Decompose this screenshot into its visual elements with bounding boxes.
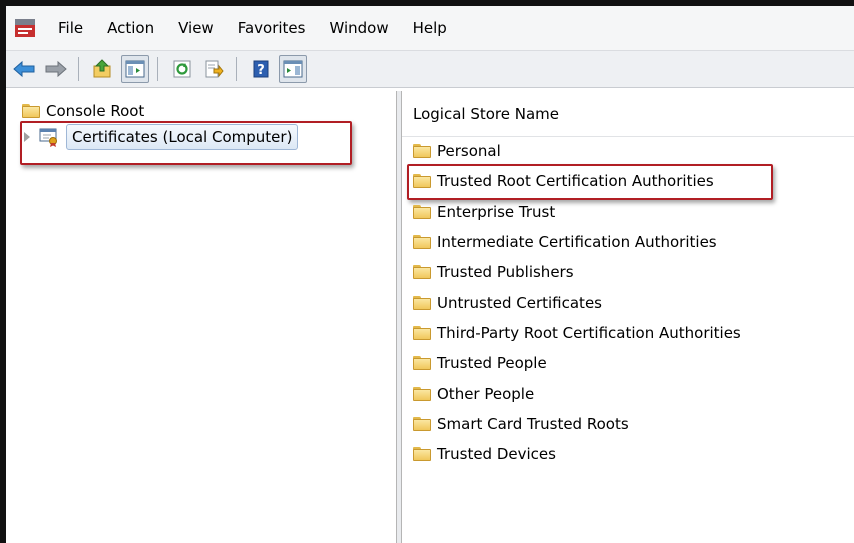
list-item[interactable]: Trusted People xyxy=(413,350,547,376)
list-item[interactable]: Smart Card Trusted Roots xyxy=(413,411,629,437)
list-item[interactable]: Personal xyxy=(413,138,501,164)
list-item[interactable]: Trusted Devices xyxy=(413,441,556,467)
export-list-button[interactable] xyxy=(200,55,228,83)
folder-icon xyxy=(413,296,431,310)
help-button[interactable]: ? xyxy=(247,55,275,83)
forward-button[interactable] xyxy=(42,55,70,83)
forward-arrow-icon xyxy=(45,60,67,78)
list-item[interactable]: Other People xyxy=(413,381,534,407)
refresh-button[interactable] xyxy=(168,55,196,83)
folder-icon xyxy=(413,235,431,249)
folder-icon xyxy=(413,387,431,401)
list-item-label: Trusted Publishers xyxy=(437,263,574,281)
up-folder-icon xyxy=(93,59,111,78)
back-button[interactable] xyxy=(10,55,38,83)
menu-bar: File Action View Favorites Window Help xyxy=(6,6,854,51)
mmc-app-icon[interactable] xyxy=(14,17,36,39)
list-item-label: Trusted People xyxy=(437,354,547,372)
column-header-logical-store-name[interactable]: Logical Store Name xyxy=(402,91,854,137)
menu-help[interactable]: Help xyxy=(401,6,459,50)
up-one-level-button[interactable] xyxy=(89,55,117,83)
list-item-label: Smart Card Trusted Roots xyxy=(437,415,629,433)
export-list-icon xyxy=(205,60,224,78)
folder-icon xyxy=(22,104,40,118)
help-icon: ? xyxy=(253,60,269,78)
show-hide-console-tree-button[interactable] xyxy=(121,55,149,83)
menu-window[interactable]: Window xyxy=(317,6,400,50)
list-item-label: Other People xyxy=(437,385,535,403)
toolbar-separator xyxy=(157,57,158,81)
toolbar-separator xyxy=(78,57,79,81)
highlight-box-certificates xyxy=(20,121,352,165)
folder-icon xyxy=(413,205,431,219)
folder-icon xyxy=(413,447,431,461)
list-item-label: Enterprise Trust xyxy=(437,203,556,221)
menu-action[interactable]: Action xyxy=(95,6,166,50)
menu-favorites[interactable]: Favorites xyxy=(226,6,318,50)
folder-icon xyxy=(413,356,431,370)
list-item[interactable]: Intermediate Certification Authorities xyxy=(413,229,717,255)
console-tree-pane[interactable]: Console Root Certificates (Local Compute… xyxy=(6,91,397,543)
list-item-label: Third-Party Root Certification Authoriti… xyxy=(437,324,741,342)
highlight-box-trusted-root xyxy=(407,164,773,200)
toolbar-separator xyxy=(236,57,237,81)
folder-icon xyxy=(413,265,431,279)
list-item-label: Untrusted Certificates xyxy=(437,294,602,312)
menu-view[interactable]: View xyxy=(166,6,226,50)
show-hide-console-tree-icon xyxy=(125,60,145,78)
logical-store-list-pane[interactable]: Logical Store Name Personal Trusted Root… xyxy=(402,91,854,543)
refresh-icon xyxy=(173,60,191,78)
svg-text:?: ? xyxy=(257,63,265,78)
list-item-label: Trusted Devices xyxy=(437,445,556,463)
list-item[interactable]: Trusted Publishers xyxy=(413,259,574,285)
back-arrow-icon xyxy=(13,60,35,78)
list-item-label: Intermediate Certification Authorities xyxy=(437,233,717,251)
folder-icon xyxy=(413,144,431,158)
tree-node-label: Console Root xyxy=(46,102,145,120)
menu-file[interactable]: File xyxy=(46,6,95,50)
list-item-label: Personal xyxy=(437,142,501,160)
folder-icon xyxy=(413,417,431,431)
list-item[interactable]: Untrusted Certificates xyxy=(413,290,602,316)
tree-node-console-root[interactable]: Console Root xyxy=(22,100,144,122)
show-hide-action-pane-button[interactable] xyxy=(279,55,307,83)
list-item[interactable]: Enterprise Trust xyxy=(413,199,555,225)
show-hide-action-pane-icon xyxy=(283,60,303,78)
folder-icon xyxy=(413,326,431,340)
list-item[interactable]: Third-Party Root Certification Authoriti… xyxy=(413,320,741,346)
toolbar: ? xyxy=(6,51,854,88)
